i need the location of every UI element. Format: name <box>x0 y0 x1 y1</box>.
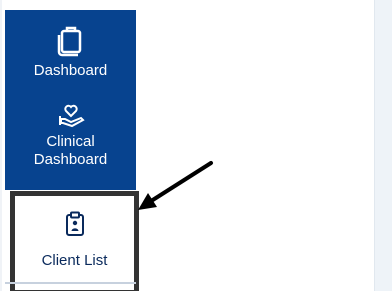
sidebar: Dashboard Clinical Dashboard Client List <box>5 10 139 291</box>
clipboard-user-icon <box>65 211 84 236</box>
sidebar-item-label: Clinical Dashboard <box>33 133 108 168</box>
sidebar-item-client-list[interactable]: Client List <box>10 191 139 291</box>
screenshot-stage: Dashboard Clinical Dashboard Client List <box>0 0 392 291</box>
left-divider <box>0 0 2 291</box>
content-panel-edge <box>374 0 392 291</box>
sidebar-bottom-divider <box>5 282 136 284</box>
hand-heart-icon <box>58 104 85 128</box>
briefcase-stack-icon <box>57 26 81 57</box>
sidebar-item-label: Dashboard <box>33 62 108 79</box>
sidebar-item-dashboard[interactable]: Dashboard <box>5 10 136 87</box>
sidebar-item-label: Client List <box>41 252 108 269</box>
arrow-pointer-icon <box>138 161 213 210</box>
sidebar-item-clinical-dashboard[interactable]: Clinical Dashboard <box>5 87 136 190</box>
